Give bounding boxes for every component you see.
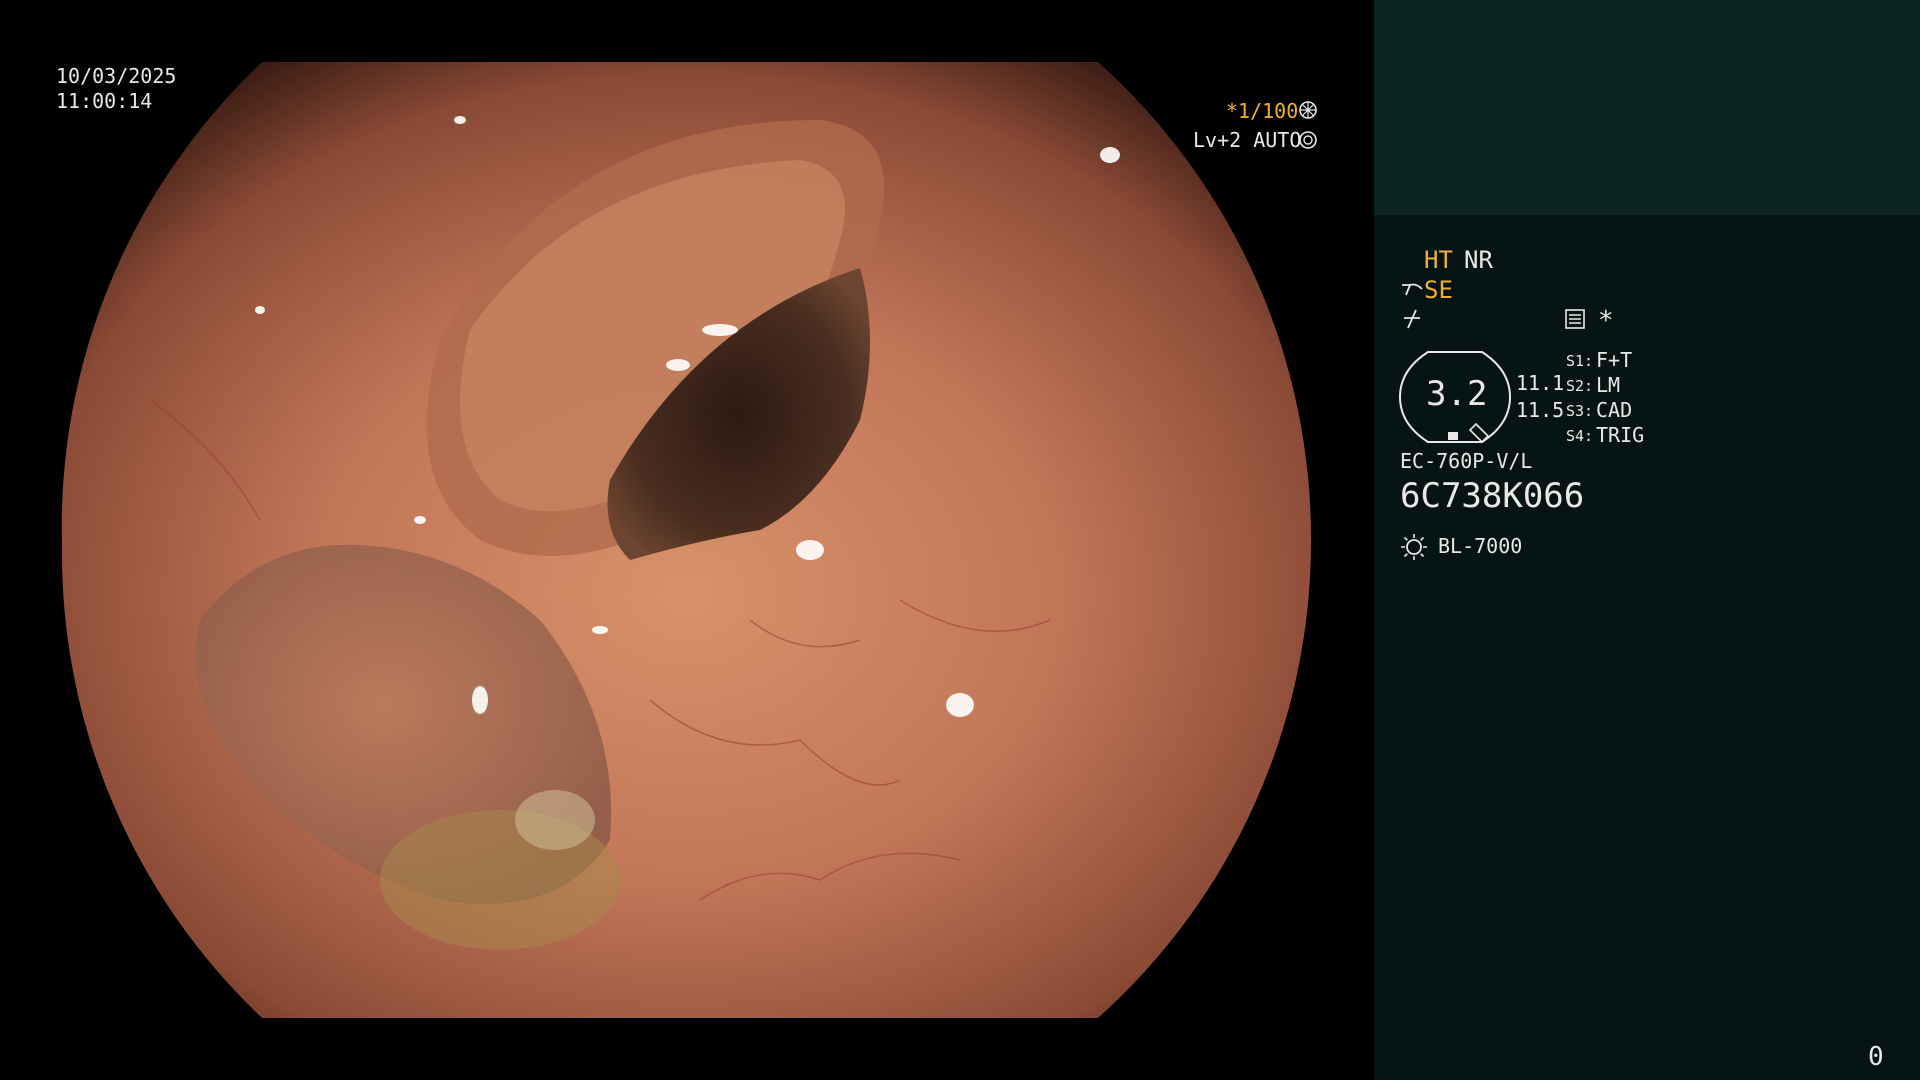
endoscope-view: 10/03/2025 11:00:14 *1/100 Lv+2 AUTO [0, 0, 1374, 1080]
iris-icon [1298, 130, 1318, 150]
se-label: SE [1424, 276, 1453, 304]
zoom-value: 3.2 [1426, 374, 1488, 414]
iris-label: Lv+2 AUTO [1193, 128, 1302, 152]
switch-key-2: S2: [1566, 377, 1594, 395]
endoscope-image [61, 62, 1312, 1018]
value-2: 11.5 [1516, 398, 1565, 422]
mode-nr: NR [1464, 246, 1493, 274]
time-label: 11:00:14 [56, 89, 153, 113]
shutter-label: *1/100 [1226, 99, 1299, 123]
switch-value-1: F+T [1596, 348, 1633, 372]
scope-model: EC-760P-V/L [1400, 449, 1533, 473]
switch-value-4: TRIG [1596, 423, 1645, 447]
structure-enhance-icon [1400, 279, 1424, 301]
light-source-icon [1400, 533, 1428, 561]
curve-icon [1402, 308, 1422, 330]
switch-value-3: CAD [1596, 398, 1633, 422]
switch-key-1: S1: [1566, 352, 1594, 370]
frame-counter: 0 [1868, 1042, 1884, 1072]
value-1: 11.1 [1516, 371, 1565, 395]
switch-value-2: LM [1596, 373, 1621, 397]
scope-serial: 6C738K066 [1400, 476, 1585, 516]
switch-key-4: S4: [1566, 427, 1594, 445]
aperture-icon [1298, 100, 1318, 120]
star-marker: * [1598, 306, 1614, 336]
mode-ht: HT [1424, 246, 1453, 274]
panel-header [1374, 0, 1920, 215]
info-panel: HT NR SE * 3.2 11.1 11.5 S1: F+T S2: LM … [1374, 0, 1920, 1080]
date-label: 10/03/2025 [56, 64, 177, 88]
light-source-label: BL-7000 [1438, 534, 1523, 558]
settings-list-icon [1564, 308, 1586, 330]
switch-key-3: S3: [1566, 402, 1594, 420]
